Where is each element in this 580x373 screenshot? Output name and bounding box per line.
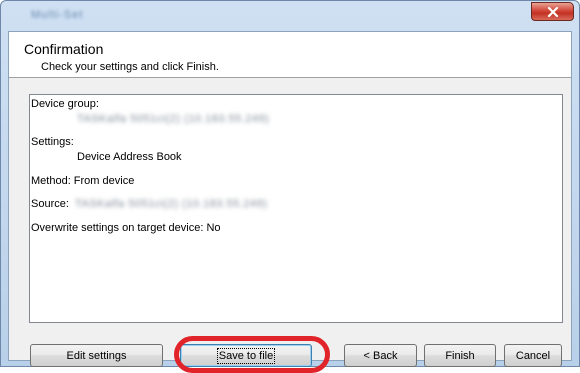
settings-value: Device Address Book [77,151,182,163]
back-button[interactable]: < Back [344,344,417,367]
close-icon [547,6,558,17]
save-to-file-button[interactable]: Save to file [180,344,312,367]
save-to-file-label: Save to file [216,347,276,364]
page-subtitle: Check your settings and click Finish. [41,61,219,73]
close-button[interactable] [531,2,574,21]
page-title: Confirmation [24,41,104,57]
source-value: TASKalfa 5051ci(2) (10.183.55.249) [75,198,268,210]
wizard-window: Multi-Set Confirmation Check your settin… [0,0,580,373]
device-group-value: TASKalfa 5051ci(2) (10.183.55.249) [77,113,270,125]
settings-summary-box[interactable]: Device group: TASKalfa 5051ci(2) (10.183… [29,94,563,323]
cancel-button[interactable]: Cancel [504,344,562,367]
finish-button[interactable]: Finish [424,344,496,367]
edit-settings-button[interactable]: Edit settings [30,344,163,367]
method-line: Method: From device [31,175,135,187]
wizard-client-area: Confirmation Check your settings and cli… [8,31,572,373]
overwrite-line: Overwrite settings on target device: No [31,222,221,234]
settings-label: Settings: [31,136,74,148]
window-title: Multi-Set [31,9,84,21]
title-bar[interactable]: Multi-Set [1,1,579,31]
device-group-label: Device group: [31,98,99,110]
wizard-header: Confirmation Check your settings and cli… [9,32,571,78]
source-label: Source: [31,198,69,210]
